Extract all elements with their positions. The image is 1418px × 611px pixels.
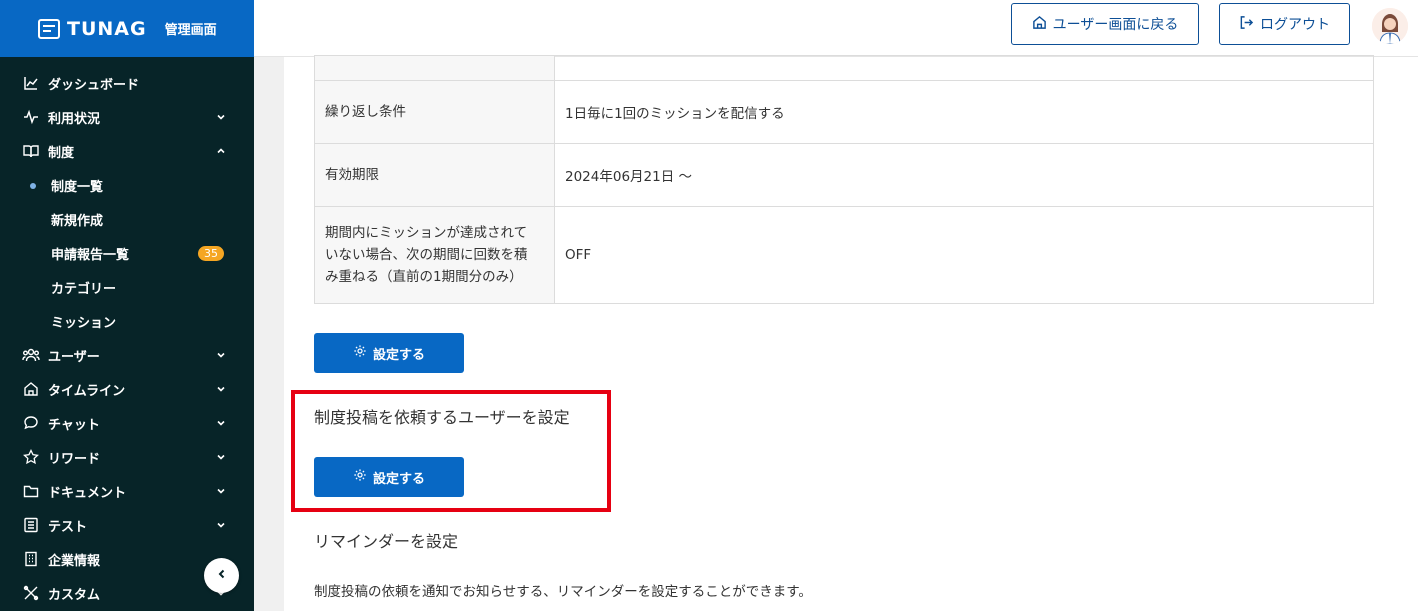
- chevron-down-icon: [216, 418, 226, 428]
- sidebar-subitem-label: 新規作成: [51, 213, 104, 229]
- system-detail-table: 繰り返し条件 1日毎に1回のミッションを配信する 有効期限 2024年06月21…: [314, 55, 1374, 304]
- table-row: 繰り返し条件 1日毎に1回のミッションを配信する: [314, 80, 1374, 144]
- logout-label: ログアウト: [1260, 17, 1330, 33]
- avatar[interactable]: [1372, 8, 1408, 44]
- home-icon: [22, 380, 40, 398]
- sidebar-subitem-label: カテゴリー: [51, 281, 117, 297]
- reminder-description: 制度投稿の依頼を通知でお知らせする、リマインダーを設定することができます。: [314, 584, 812, 600]
- chevron-down-icon: [216, 384, 226, 394]
- table-value-cell: 1日毎に1回のミッションを配信する: [554, 80, 1374, 144]
- sidebar-item-system[interactable]: 制度: [0, 134, 254, 168]
- chart-line-icon: [22, 74, 40, 92]
- sidebar-item-label: テスト: [48, 519, 88, 535]
- sidebar-subitem-category[interactable]: カテゴリー: [0, 270, 254, 304]
- reminder-section-title: リマインダーを設定: [314, 532, 459, 551]
- chevron-up-icon: [216, 146, 226, 156]
- sidebar-item-label: ダッシュボード: [48, 77, 140, 93]
- main-content: 繰り返し条件 1日毎に1回のミッションを配信する 有効期限 2024年06月21…: [284, 55, 1418, 611]
- table-value-cell: OFF: [554, 206, 1374, 304]
- sidebar-nav: ダッシュボード 利用状況 制度 制度一覧 新規作成 申請報告一覧 35 カテゴリ…: [0, 57, 254, 610]
- table-key-cell: [314, 55, 555, 81]
- sidebar-subitem-new[interactable]: 新規作成: [0, 202, 254, 236]
- brand-logo[interactable]: TUNAG 管理画面: [38, 18, 217, 40]
- count-badge: 35: [198, 245, 224, 261]
- chevron-down-icon: [216, 452, 226, 462]
- logout-button[interactable]: ログアウト: [1219, 3, 1350, 45]
- back-to-user-screen-button[interactable]: ユーザー画面に戻る: [1011, 3, 1199, 45]
- sidebar-item-document[interactable]: ドキュメント: [0, 474, 254, 508]
- sidebar-item-users[interactable]: ユーザー: [0, 338, 254, 372]
- list-icon: [22, 516, 40, 534]
- table-key-cell: 有効期限: [314, 143, 555, 207]
- settings-button-label: 設定する: [372, 347, 425, 363]
- sidebar-subitem-system-list[interactable]: 制度一覧: [0, 168, 254, 202]
- chevron-down-icon: [216, 486, 226, 496]
- sidebar-item-usage[interactable]: 利用状況: [0, 100, 254, 134]
- sidebar-item-chat[interactable]: チャット: [0, 406, 254, 440]
- star-icon: [22, 448, 40, 466]
- chevron-down-icon: [216, 520, 226, 530]
- brand-header: TUNAG 管理画面: [0, 0, 254, 57]
- logout-icon: [1239, 15, 1254, 34]
- table-key-line: み重ねる（直前の1期間分のみ）: [325, 269, 523, 285]
- chevron-down-icon: [216, 112, 226, 122]
- sidebar-subitem-label: ミッション: [51, 315, 117, 331]
- sidebar-item-label: タイムライン: [48, 383, 126, 399]
- table-key-line: 期間内にミッションが達成されて: [325, 225, 528, 241]
- table-row: 期間内にミッションが達成されて いない場合、次の期間に回数を積 み重ねる（直前の…: [314, 206, 1374, 304]
- users-icon: [22, 346, 40, 364]
- sidebar-subitem-mission[interactable]: ミッション: [0, 304, 254, 338]
- table-key-cell: 期間内にミッションが達成されて いない場合、次の期間に回数を積 み重ねる（直前の…: [314, 206, 555, 304]
- back-to-user-screen-label: ユーザー画面に戻る: [1052, 17, 1179, 33]
- book-icon: [22, 142, 40, 160]
- folder-icon: [22, 482, 40, 500]
- sidebar-item-reward[interactable]: リワード: [0, 440, 254, 474]
- tunag-logo-icon: [38, 18, 60, 39]
- sidebar-item-label: リワード: [48, 451, 101, 467]
- table-key-line: いない場合、次の期間に回数を積: [325, 247, 528, 263]
- sidebar-subitem-label: 制度一覧: [51, 179, 104, 195]
- chevron-left-icon: [216, 568, 228, 584]
- brand-subtitle: 管理画面: [164, 23, 217, 38]
- table-row: [314, 55, 1374, 81]
- table-key-cell: 繰り返し条件: [314, 80, 555, 144]
- pulse-icon: [22, 108, 40, 126]
- building-icon: [22, 550, 40, 568]
- table-value-cell: 2024年06月21日 〜: [554, 143, 1374, 207]
- sidebar-collapse-button[interactable]: [204, 558, 239, 593]
- sidebar-item-label: カスタム: [48, 587, 101, 603]
- sidebar-item-label: ドキュメント: [48, 485, 127, 501]
- home-icon: [1032, 15, 1047, 34]
- settings-button[interactable]: 設定する: [314, 333, 464, 373]
- sidebar-item-timeline[interactable]: タイムライン: [0, 372, 254, 406]
- sidebar: TUNAG 管理画面 ダッシュボード 利用状況 制度 制度一覧 新規作成 申請報…: [0, 0, 254, 611]
- sidebar-item-label: 企業情報: [48, 553, 101, 569]
- highlight-box: [291, 390, 611, 512]
- sidebar-item-label: ユーザー: [48, 349, 100, 365]
- brand-name: TUNAG: [67, 17, 147, 40]
- sidebar-subitem-label: 申請報告一覧: [51, 247, 130, 263]
- gear-icon: [353, 344, 367, 362]
- sidebar-item-label: チャット: [48, 417, 100, 433]
- sidebar-item-test[interactable]: テスト: [0, 508, 254, 542]
- sidebar-item-dashboard[interactable]: ダッシュボード: [0, 66, 254, 100]
- chat-bubble-icon: [22, 414, 40, 432]
- table-value-cell: [554, 55, 1374, 81]
- sidebar-item-label: 制度: [48, 145, 75, 161]
- top-header: ユーザー画面に戻る ログアウト: [254, 0, 1418, 57]
- sidebar-item-label: 利用状況: [48, 111, 101, 127]
- sidebar-subitem-requests[interactable]: 申請報告一覧 35: [0, 236, 254, 270]
- tools-icon: [22, 584, 40, 602]
- table-row: 有効期限 2024年06月21日 〜: [314, 143, 1374, 207]
- chevron-down-icon: [216, 350, 226, 360]
